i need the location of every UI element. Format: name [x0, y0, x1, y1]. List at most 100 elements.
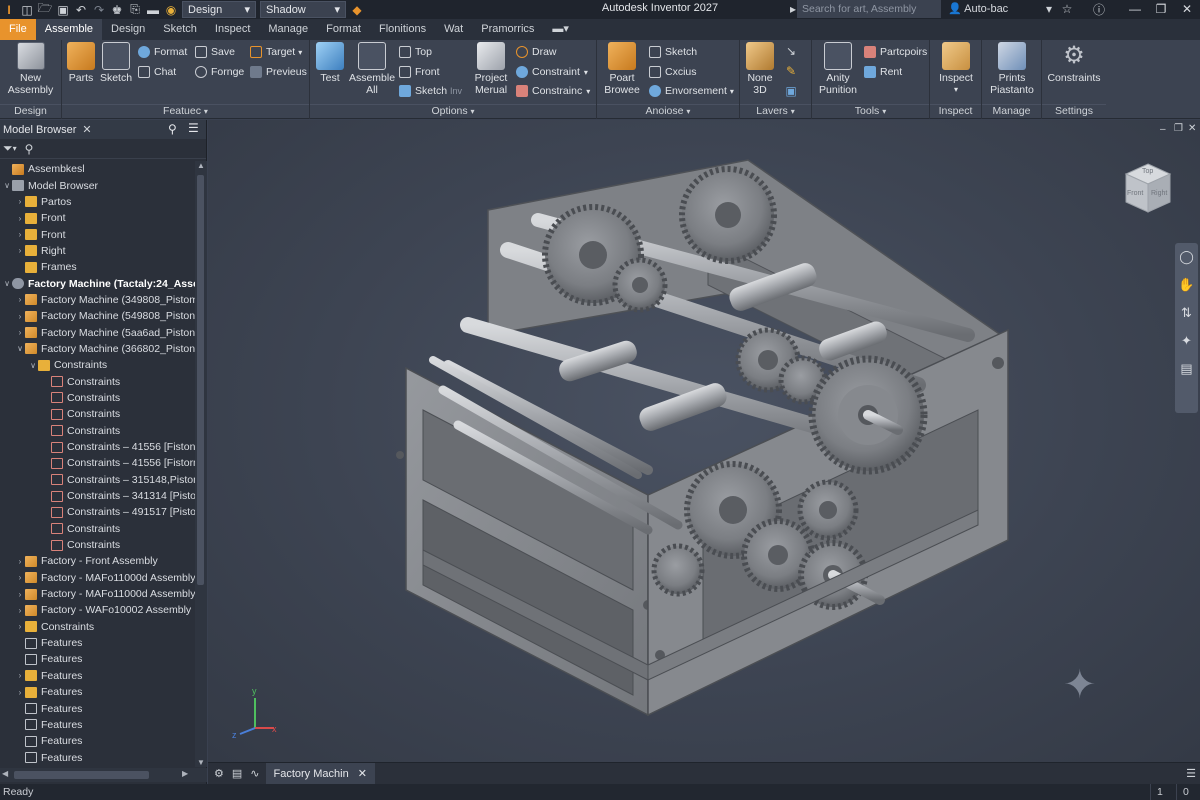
tab-assemble[interactable]: Assemble: [35, 19, 103, 40]
tree-node[interactable]: › Factory Machine (549808_Pistons: [0, 308, 195, 324]
parts-button[interactable]: Parts: [66, 42, 96, 84]
envorsement-button[interactable]: Envorsement ▾: [649, 83, 734, 99]
caret-down-icon[interactable]: ∨: [2, 279, 12, 288]
browser-horizontal-scrollbar[interactable]: ◀ ▶: [0, 768, 207, 782]
zoom-icon[interactable]: ⇅: [1175, 299, 1198, 327]
tab-list-icon[interactable]: ☰: [1186, 767, 1196, 780]
assembly-model[interactable]: [208, 120, 1200, 762]
pan-hand-icon[interactable]: ✋: [1175, 271, 1198, 299]
tree-node[interactable]: ∨ Model Browser: [0, 177, 195, 193]
partcpoirs-button[interactable]: Partcpoirs: [864, 44, 927, 60]
display-icon[interactable]: ▬: [144, 2, 162, 18]
maximize-icon[interactable]: ❐: [1148, 0, 1174, 19]
undo-icon[interactable]: ↶: [72, 2, 90, 18]
new-assembly-button[interactable]: New Assembly: [3, 42, 58, 96]
close-icon[interactable]: ✕: [82, 123, 91, 136]
top-button[interactable]: Top: [399, 44, 432, 60]
settings-icon[interactable]: ⚙: [214, 767, 224, 780]
tree-node[interactable]: ∨ Factory Machine (366802_Pistons: [0, 341, 195, 357]
tree-node[interactable]: Constraints – 41556 [Fistorm: [0, 455, 195, 471]
tab-format[interactable]: Format: [317, 19, 370, 40]
front-button[interactable]: Front: [399, 64, 440, 80]
ribbon-options-icon[interactable]: ▬▾: [543, 19, 578, 40]
tree-node[interactable]: Features: [0, 749, 195, 765]
save-icon[interactable]: ▣: [54, 2, 72, 18]
user-account[interactable]: 👤 Auto-bac: [948, 2, 1008, 15]
caret-right-icon[interactable]: ›: [15, 312, 25, 321]
redo-icon[interactable]: ↷: [90, 2, 108, 18]
rent-button[interactable]: Rent: [864, 64, 902, 80]
favorites-icon[interactable]: ☆: [1058, 1, 1076, 17]
browser-vertical-scrollbar[interactable]: ▲ ▼: [195, 161, 207, 767]
look-at-icon[interactable]: ▤: [1175, 355, 1198, 383]
workspace-select[interactable]: Design ▾: [182, 1, 256, 18]
tree-node[interactable]: Constraints: [0, 423, 195, 439]
panel-tools-label[interactable]: Tools ▾: [812, 104, 929, 117]
tree-node[interactable]: › Right: [0, 243, 195, 259]
minimize-icon[interactable]: —: [1122, 0, 1148, 19]
project-merual-button[interactable]: Project Merual: [470, 42, 512, 96]
cxcius-button[interactable]: Cxcius: [649, 64, 697, 80]
constrainc-button[interactable]: Constrainc ▾: [516, 83, 590, 99]
constraint-button[interactable]: Constraint ▾: [516, 64, 588, 80]
draw-button[interactable]: Draw: [516, 44, 557, 60]
vertical-scroll-thumb[interactable]: [197, 175, 204, 585]
tree-node[interactable]: › Factory - WAFo10002 Assembly: [0, 602, 195, 618]
graphics-viewport[interactable]: – ❐ ✕ Top Front Right ◯ ✋ ⇅ ✦ ▤ y x z ✦: [208, 120, 1200, 762]
steering-wheel-icon[interactable]: ◯: [1175, 243, 1198, 271]
fornge-button[interactable]: Fornge: [195, 64, 244, 80]
panel-features-label[interactable]: Featuec ▾: [62, 104, 309, 117]
tree-node[interactable]: Constraints – 315148,Pistons: [0, 472, 195, 488]
sketch-inv-button[interactable]: Sketch Inv: [399, 83, 462, 99]
new-file-icon[interactable]: ◫: [18, 2, 36, 18]
tab-inspect[interactable]: Inspect: [206, 19, 259, 40]
tree-node[interactable]: Constraints – 491517 [Pistom: [0, 504, 195, 520]
help-icon[interactable]: ⓘ: [1090, 1, 1108, 17]
target-button[interactable]: Target ▾: [250, 44, 302, 60]
tree-node[interactable]: › Factory - MAFo11000d Assembly: [0, 570, 195, 586]
tree-node[interactable]: Constraints: [0, 537, 195, 553]
scroll-up-icon[interactable]: ▲: [195, 161, 207, 170]
tree-node[interactable]: Constraints: [0, 406, 195, 422]
caret-down-icon[interactable]: ∨: [2, 181, 12, 190]
orbit-icon[interactable]: ✦: [1175, 327, 1198, 355]
caret-down-icon[interactable]: ∨: [28, 361, 38, 370]
chevron-down-icon[interactable]: ▾: [13, 144, 17, 153]
tree-node[interactable]: Assembkesl: [0, 161, 195, 177]
tree-node[interactable]: Features: [0, 733, 195, 749]
tab-sketch[interactable]: Sketch: [154, 19, 206, 40]
visual-style-select[interactable]: Shadow ▾: [260, 1, 346, 18]
tree-node[interactable]: Constraints – 341314 [Pistom: [0, 488, 195, 504]
format-button[interactable]: Format: [138, 44, 187, 60]
app-logo-icon[interactable]: I: [0, 2, 18, 18]
lavers-small2-icon[interactable]: ✎: [782, 63, 800, 79]
tab-pramorrics[interactable]: Pramorrics: [472, 19, 543, 40]
scroll-down-icon[interactable]: ▼: [195, 758, 207, 767]
tree-node[interactable]: › Constraints: [0, 619, 195, 635]
tree-node[interactable]: Constraints: [0, 390, 195, 406]
none-3d-button[interactable]: None 3D: [742, 42, 778, 96]
find-icon[interactable]: ⚲: [25, 142, 34, 156]
horizontal-scroll-thumb[interactable]: [14, 771, 149, 779]
caret-right-icon[interactable]: ›: [15, 671, 25, 680]
caret-right-icon[interactable]: ›: [15, 197, 25, 206]
caret-right-icon[interactable]: ›: [15, 328, 25, 337]
save-button[interactable]: Save: [195, 44, 235, 60]
caret-right-icon[interactable]: ›: [15, 606, 25, 615]
anoiose-sketch-button[interactable]: Sketch: [649, 44, 697, 60]
caret-right-icon[interactable]: ›: [15, 246, 25, 255]
tab-flonitions[interactable]: Flonitions: [370, 19, 435, 40]
close-icon[interactable]: ✕: [1174, 0, 1200, 19]
menu-icon[interactable]: ☰: [188, 121, 199, 135]
tab-design[interactable]: Design: [102, 19, 154, 40]
inspect-button[interactable]: Inspect ▾: [932, 42, 980, 96]
panel-lavers-label[interactable]: Lavers ▾: [740, 104, 811, 117]
caret-right-icon[interactable]: ›: [15, 557, 25, 566]
tab-manage[interactable]: Manage: [259, 19, 317, 40]
constraints-settings-button[interactable]: ⚙ Constraints: [1044, 42, 1104, 84]
tree-node[interactable]: Features: [0, 700, 195, 716]
tree-node[interactable]: Constraints: [0, 521, 195, 537]
tree-node[interactable]: › Features: [0, 668, 195, 684]
panel-anoiose-label[interactable]: Anoiose ▾: [597, 104, 739, 117]
prints-piastanto-button[interactable]: Prints Piastanto: [984, 42, 1040, 96]
